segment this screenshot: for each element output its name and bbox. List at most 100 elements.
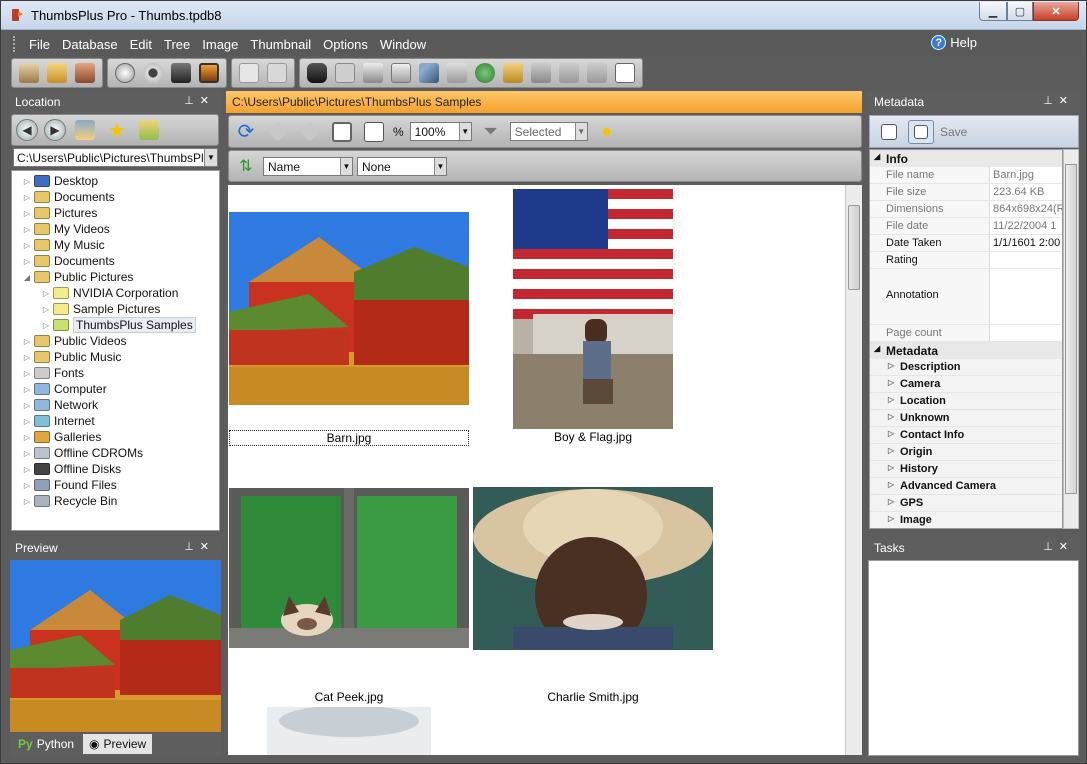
menu-options[interactable]: Options — [317, 37, 374, 52]
tree-item[interactable]: ▷ Public Music — [12, 349, 219, 365]
tree-item[interactable]: ▷ Internet — [12, 413, 219, 429]
metadata-scrollbar[interactable] — [1063, 149, 1079, 529]
menu-edit[interactable]: Edit — [124, 37, 158, 52]
metadata-row[interactable]: Date Taken 1/1/1601 2:00 — [870, 235, 1062, 252]
close-button[interactable]: ✕ — [1033, 2, 1079, 21]
pane-controls[interactable]: ⊥✕ — [1043, 94, 1074, 107]
caption-barn[interactable]: Barn.jpg — [229, 430, 469, 446]
refresh-folder-icon[interactable] — [72, 118, 98, 142]
chevron-right-icon[interactable]: ▷ — [22, 481, 32, 490]
chevron-right-icon[interactable]: ▷ — [888, 514, 894, 523]
collapse-icon[interactable]: ◢ — [874, 344, 880, 353]
new-folder-icon[interactable] — [500, 61, 526, 85]
metadata-group[interactable]: ▷ Location — [870, 393, 1062, 410]
chevron-right-icon[interactable]: ▷ — [22, 401, 32, 410]
chevron-right-icon[interactable]: ▷ — [888, 446, 894, 455]
paste-icon[interactable] — [264, 61, 290, 85]
chevron-right-icon[interactable]: ▷ — [22, 241, 32, 250]
metadata-group[interactable]: ▷ Unknown — [870, 410, 1062, 427]
tab-python[interactable]: Py Python — [12, 734, 80, 754]
batch-process-icon[interactable] — [444, 61, 470, 85]
metadata-row[interactable]: File date 11/22/2004 1 — [870, 218, 1062, 235]
chevron-right-icon[interactable]: ▷ — [22, 465, 32, 474]
metadata-group[interactable]: ▷ Origin — [870, 444, 1062, 461]
zoom-combo[interactable]: 100% ▼ — [409, 122, 472, 141]
slideshow-icon[interactable] — [168, 61, 194, 85]
save-button[interactable]: Save — [940, 125, 967, 139]
tree-item[interactable]: ◢ Public Pictures — [12, 269, 219, 285]
checklist-icon[interactable] — [612, 61, 638, 85]
tree-item[interactable]: ▷ Desktop — [12, 173, 219, 189]
chevron-right-icon[interactable]: ▷ — [41, 321, 51, 330]
chevron-right-icon[interactable]: ▷ — [22, 497, 32, 506]
tree-item[interactable]: ▷ Computer — [12, 381, 219, 397]
copy-folder-icon[interactable] — [584, 61, 610, 85]
metadata-section-metadata[interactable]: ◢ Metadata — [870, 342, 1062, 359]
tree-item[interactable]: ▷ Network — [12, 397, 219, 413]
collapse-icon[interactable]: ◢ — [874, 152, 880, 161]
chevron-right-icon[interactable]: ▷ — [888, 378, 894, 387]
chevron-right-icon[interactable]: ▷ — [41, 305, 51, 314]
tree-item[interactable]: ▷ Sample Pictures — [12, 301, 219, 317]
chevron-right-icon[interactable]: ▷ — [888, 361, 894, 370]
filter-combo[interactable]: Selected ▼ — [509, 122, 588, 141]
tree-item[interactable]: ▷ Offline CDROMs — [12, 445, 219, 461]
menu-image[interactable]: Image — [196, 37, 244, 52]
metadata-row[interactable]: Rating — [870, 252, 1062, 269]
tree-item[interactable]: ▷ Documents — [12, 189, 219, 205]
metadata-group[interactable]: ▷ Advanced Camera — [870, 478, 1062, 495]
tree-item[interactable]: ▷ Recycle Bin — [12, 493, 219, 509]
tree-item[interactable]: ▷ My Videos — [12, 221, 219, 237]
thumbnail-next-partial[interactable] — [267, 705, 431, 755]
pane-controls[interactable]: ⊥✕ — [1043, 540, 1074, 553]
view-eye-icon[interactable] — [140, 61, 166, 85]
back-arrow-icon[interactable]: ◀ — [16, 119, 38, 141]
chevron-down-icon[interactable]: ▼ — [204, 149, 217, 166]
chevron-right-icon[interactable]: ▷ — [22, 417, 32, 426]
view-mode-icon[interactable] — [329, 120, 355, 144]
info-icon[interactable] — [112, 61, 138, 85]
chevron-right-icon[interactable]: ▷ — [22, 353, 32, 362]
move-folder-icon[interactable] — [556, 61, 582, 85]
tree-item[interactable]: ▷ ThumbsPlus Samples — [12, 317, 219, 333]
metadata-group[interactable]: ▷ History — [870, 461, 1062, 478]
chevron-right-icon[interactable]: ▷ — [22, 385, 32, 394]
chevron-right-icon[interactable]: ▷ — [22, 257, 32, 266]
tree-item[interactable]: ▷ NVIDIA Corporation — [12, 285, 219, 301]
edit-metadata-icon[interactable] — [876, 120, 902, 144]
metadata-value[interactable] — [990, 252, 1062, 268]
chevron-right-icon[interactable]: ▷ — [22, 337, 32, 346]
tree-item[interactable]: ▷ Public Videos — [12, 333, 219, 349]
lightbulb-icon[interactable]: ● — [594, 120, 620, 144]
chevron-right-icon[interactable]: ▷ — [41, 289, 51, 298]
chevron-right-icon[interactable]: ▷ — [888, 412, 894, 421]
location-path-combo[interactable]: C:\Users\Public\Pictures\ThumbsPlus Samp… — [13, 148, 218, 167]
chevron-right-icon[interactable]: ▷ — [22, 225, 32, 234]
chevron-down-icon[interactable]: ▼ — [340, 157, 352, 175]
chevron-down-icon[interactable]: ◢ — [22, 273, 32, 282]
favorites-star-icon[interactable]: ★ — [104, 118, 130, 142]
metadata-group[interactable]: ▷ Camera — [870, 376, 1062, 393]
chevron-right-icon[interactable]: ▷ — [888, 429, 894, 438]
chevron-right-icon[interactable]: ▷ — [22, 449, 32, 458]
thumbnail-scrollbar[interactable] — [845, 185, 862, 755]
untag-icon[interactable] — [297, 120, 323, 144]
menu-window[interactable]: Window — [374, 37, 432, 52]
folder-scan-icon[interactable] — [44, 61, 70, 85]
sort-order-icon[interactable]: ⇅ — [233, 154, 259, 178]
menu-database[interactable]: Database — [56, 37, 124, 52]
recycle-icon[interactable] — [472, 61, 498, 85]
minimize-button[interactable]: ▁ — [979, 2, 1007, 21]
tree-item[interactable]: ▷ Documents — [12, 253, 219, 269]
metadata-group[interactable]: ▷ GPS — [870, 495, 1062, 512]
metadata-value[interactable] — [990, 269, 1062, 324]
thumbnail-cat-peek[interactable] — [229, 488, 469, 651]
menu-thumbnail[interactable]: Thumbnail — [244, 37, 317, 52]
caption-boy-flag[interactable]: Boy & Flag.jpg — [513, 430, 673, 444]
maximize-button[interactable]: ▢ — [1007, 2, 1033, 21]
tab-preview[interactable]: ◉ Preview — [83, 734, 153, 754]
thumbnail-barn[interactable] — [229, 212, 469, 408]
burn-disk-icon[interactable] — [416, 61, 442, 85]
user-folder-icon[interactable] — [72, 61, 98, 85]
find-duplicates-icon[interactable] — [332, 61, 358, 85]
